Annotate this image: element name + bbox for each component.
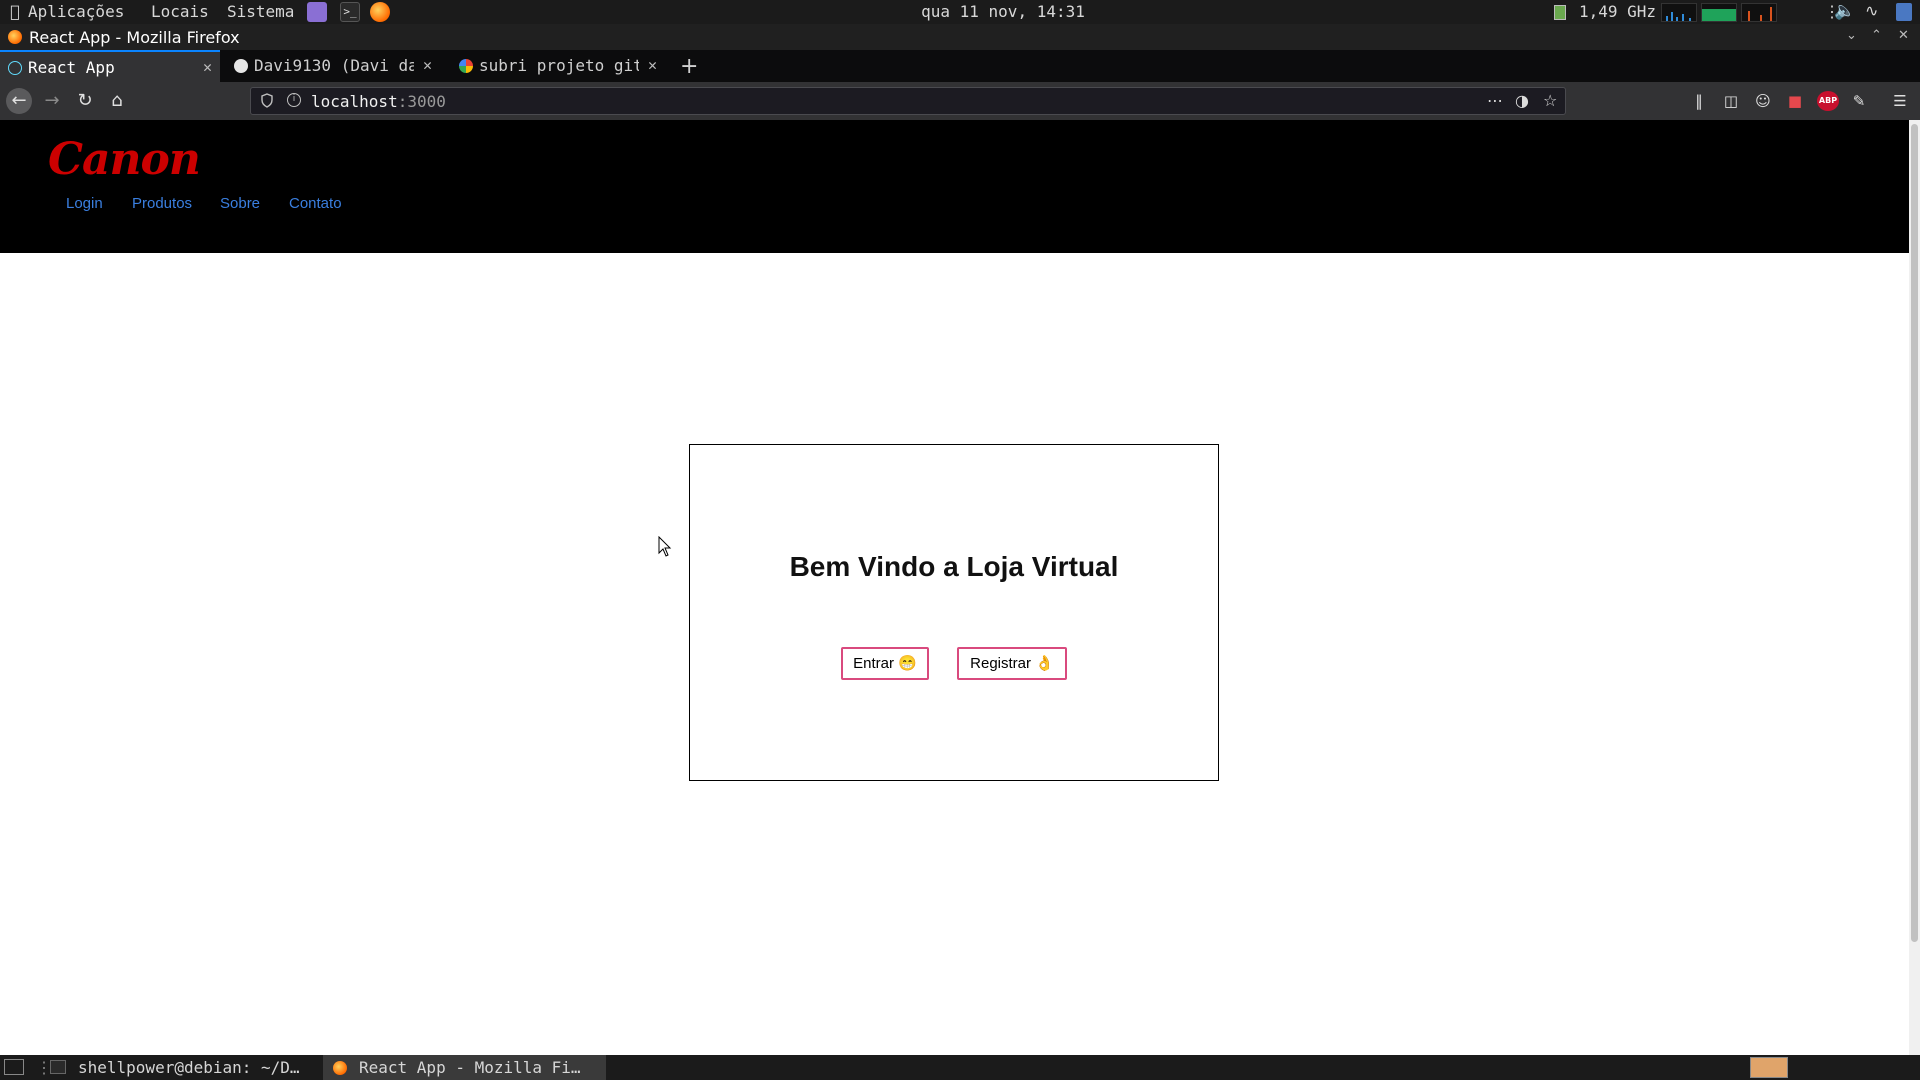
navigation-toolbar: ← → ↻ ⌂ i localhost:3000 ⋯ ◑ ☆ ‖ ◫ ☺ ■ A… [0,82,1920,120]
tab-react-app[interactable]: React App ✕ [0,50,220,82]
tab-label: subri projeto git [479,56,639,75]
maximize-icon[interactable]: ⌃ [1871,28,1882,43]
enter-button[interactable]: Entrar 😁 [841,647,929,680]
wifi-icon[interactable]: ∿ [1865,1,1878,20]
close-tab-icon[interactable]: ✕ [423,56,432,74]
github-icon [234,59,248,73]
clock[interactable]: qua 11 nov, 14:31 [898,2,1108,21]
memory-graph [1701,3,1737,22]
new-tab-icon[interactable]: + [680,54,698,79]
scrollbar-thumb[interactable] [1911,124,1918,942]
cpu-graph [1661,3,1697,22]
adblock-icon[interactable]: ABP [1817,91,1839,111]
tab-label: React App [28,58,115,77]
extension-pen-icon[interactable]: ✎ [1849,91,1869,111]
menu-places[interactable]: Locais [151,2,209,21]
reload-icon[interactable]: ↻ [72,88,98,114]
mouse-cursor-icon [658,536,672,557]
welcome-card: Bem Vindo a Loja Virtual Entrar 😁 Regist… [689,444,1219,781]
firefox-icon [333,1061,347,1075]
volume-icon[interactable]: 🔈 [1834,1,1855,21]
nav-link-contato[interactable]: Contato [289,195,342,212]
url-bar[interactable]: i localhost:3000 ⋯ ◑ ☆ [250,87,1566,115]
apple-menu-icon[interactable]:  [10,2,20,21]
tab-label: Davi9130 (Davi da [254,56,414,75]
terminal-launcher-icon[interactable]: >_ [340,2,360,22]
workspace-switcher[interactable] [1750,1057,1788,1078]
extension-icon[interactable]: ■ [1785,91,1805,111]
show-desktop-icon[interactable] [4,1059,24,1075]
nav-link-produtos[interactable]: Produtos [132,195,192,212]
bookmark-star-icon[interactable]: ☆ [1543,91,1557,110]
hamburger-menu-icon[interactable]: ☰ [1890,91,1910,111]
firefox-icon [8,30,22,44]
url-port: :3000 [397,92,446,111]
window-title-bar: React App - Mozilla Firefox ⌄ ⌃ ✕ [0,24,1920,50]
nav-link-sobre[interactable]: Sobre [220,195,260,212]
cpu-icon [1554,5,1566,20]
back-icon[interactable]: ← [6,88,32,114]
account-icon[interactable]: ☺ [1753,91,1773,111]
taskbar-item-firefox[interactable]: React App - Mozilla Fi… [323,1055,606,1080]
register-button[interactable]: Registrar 👌 [957,647,1067,680]
window-title: React App - Mozilla Firefox [29,28,240,47]
site-info-icon[interactable]: i [287,93,301,107]
window-close-icon[interactable]: ✕ [1898,28,1909,43]
library-icon[interactable]: ‖ [1689,91,1709,111]
nav-link-login[interactable]: Login [66,195,103,212]
url-host: localhost [311,92,398,111]
desktop-top-panel:  Aplicações Locais Sistema >_ qua 11 no… [0,0,1920,24]
url-text: localhost:3000 [311,92,446,111]
cpu-frequency: 1,49 GHz [1579,2,1657,21]
close-tab-icon[interactable]: ✕ [648,56,657,74]
close-tab-icon[interactable]: ✕ [203,58,212,76]
sidebar-icon[interactable]: ◫ [1721,91,1741,111]
pocket-icon[interactable]: ◑ [1515,91,1529,110]
network-graph [1741,3,1777,22]
react-icon [8,61,22,75]
page-actions-icon[interactable]: ⋯ [1487,91,1503,110]
menu-applications[interactable]: Aplicações [28,2,124,21]
forward-icon[interactable]: → [39,88,65,114]
welcome-title: Bem Vindo a Loja Virtual [789,551,1119,582]
brand-logo[interactable]: Canon [48,134,201,185]
page-scrollbar[interactable] [1909,120,1920,1055]
home-icon[interactable]: ⌂ [104,88,130,114]
taskbar-item-terminal[interactable]: shellpower@debian: ~/D… [46,1055,316,1080]
clipboard-icon[interactable] [1896,3,1912,21]
minimize-icon[interactable]: ⌄ [1846,28,1857,43]
google-icon [459,59,473,73]
tab-github[interactable]: Davi9130 (Davi da ✕ [226,50,440,82]
screenshot-launcher-icon[interactable] [307,2,327,22]
page-viewport: Canon Login Produtos Sobre Contato Bem V… [0,120,1909,1055]
firefox-launcher-icon[interactable] [370,2,390,22]
terminal-icon [50,1060,66,1074]
menu-system[interactable]: Sistema [227,2,294,21]
site-header: Canon Login Produtos Sobre Contato [0,120,1909,253]
taskbar-label: React App - Mozilla Fi… [359,1058,581,1077]
tab-strip: React App ✕ Davi9130 (Davi da ✕ subri pr… [0,50,1920,82]
taskbar-label: shellpower@debian: ~/D… [78,1058,300,1077]
tab-google-search[interactable]: subri projeto git ✕ [451,50,665,82]
bottom-taskbar: ⋮ shellpower@debian: ~/D… React App - Mo… [0,1055,1920,1080]
tracking-protection-icon[interactable] [261,93,273,108]
